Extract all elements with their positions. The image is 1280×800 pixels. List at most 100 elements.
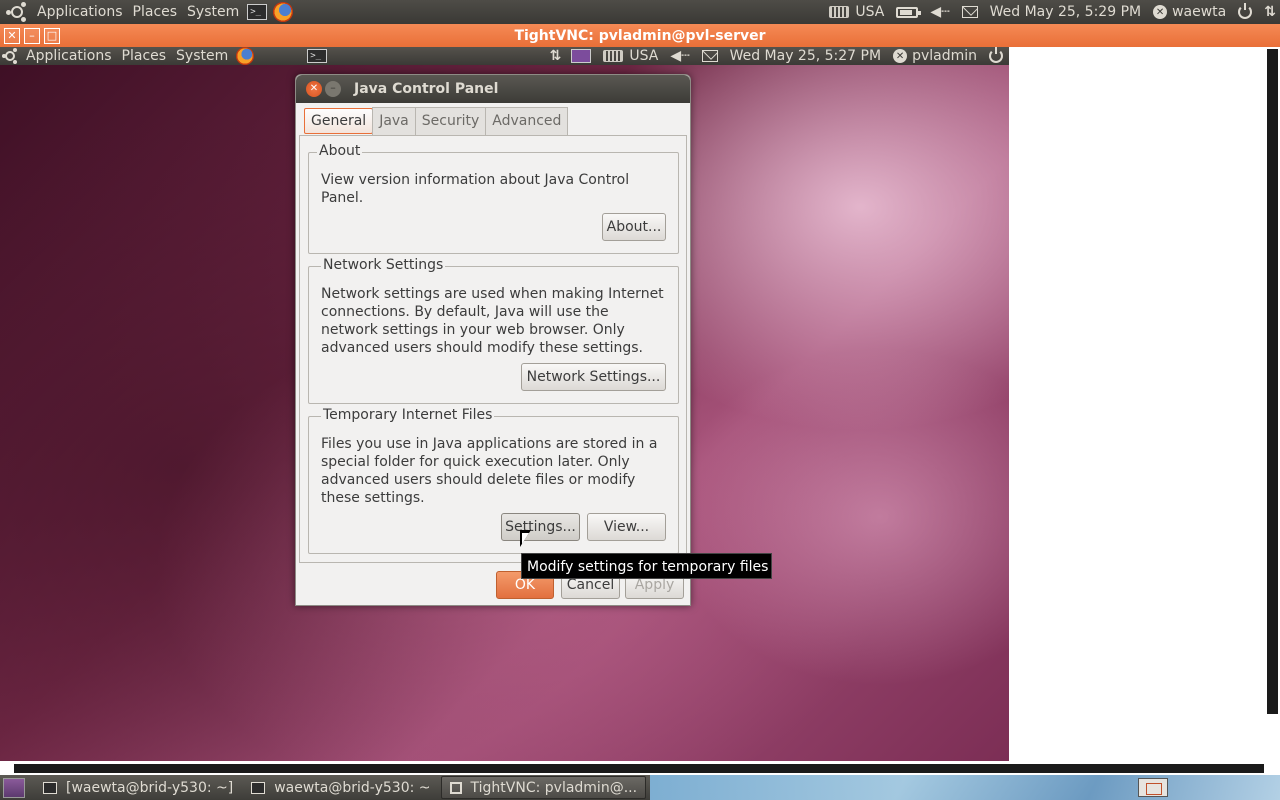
system-monitor-icon xyxy=(571,49,592,63)
jcp-close-icon[interactable]: ✕ xyxy=(306,81,322,97)
taskbar-task[interactable]: [waewta@brid-y530: ~] xyxy=(35,776,241,799)
window-close-icon[interactable]: ✕ xyxy=(4,27,20,44)
user-menu[interactable]: ✕ waewta xyxy=(1147,4,1232,20)
about-legend: About xyxy=(317,143,363,159)
about-text-line: Panel. xyxy=(321,190,364,206)
volume-indicator[interactable]: ◀┄ xyxy=(924,4,955,20)
tab-security[interactable]: Security xyxy=(414,107,487,135)
temp-files-text-line: special folder for quick execution later… xyxy=(321,454,630,470)
remote-menu-places[interactable]: Places xyxy=(117,48,172,64)
tab-general[interactable]: General xyxy=(304,108,374,134)
network-text-line: network settings in your web browser. On… xyxy=(321,322,625,338)
jcp-titlebar[interactable]: ✕ – Java Control Panel xyxy=(296,75,690,103)
session-menu[interactable] xyxy=(1232,3,1258,19)
vnc-viewer-icon xyxy=(449,781,462,794)
network-text-line: Network settings are used when making In… xyxy=(321,286,664,302)
jcp-tabs: General Java Security Advanced xyxy=(304,107,569,135)
tab-advanced[interactable]: Advanced xyxy=(485,107,569,135)
settings-tooltip: Modify settings for temporary files xyxy=(521,553,772,579)
remote-power-icon xyxy=(989,47,1003,63)
power-icon xyxy=(1238,3,1253,19)
general-tab-panel: About View version information about Jav… xyxy=(299,135,687,563)
firefox-launcher-icon[interactable] xyxy=(273,2,294,22)
remote-user-status-icon: ✕ xyxy=(893,49,908,63)
horizontal-scroll-thumb[interactable] xyxy=(14,764,1264,773)
menu-system[interactable]: System xyxy=(182,4,244,20)
horizontal-scrollbar[interactable] xyxy=(0,761,1280,775)
vertical-scrollbar[interactable] xyxy=(1266,47,1280,761)
remote-keyboard-indicator[interactable]: USA xyxy=(597,47,664,65)
remote-terminal-launcher-icon[interactable]: >_ xyxy=(307,49,328,63)
remote-network-indicator[interactable]: ⇅ xyxy=(544,47,566,65)
taskbar-task-active[interactable]: TightVNC: pvladmin@... xyxy=(440,776,647,799)
menu-applications[interactable]: Applications xyxy=(32,4,128,20)
network-text-line: connections. By default, Java will use t… xyxy=(321,304,609,320)
network-text-line: advanced users should modify these setti… xyxy=(321,340,643,356)
network-text: Network settings are used when making In… xyxy=(321,285,664,357)
tab-java[interactable]: Java xyxy=(372,107,416,135)
temp-files-settings-button[interactable]: Settings... xyxy=(501,513,580,541)
network-settings-button[interactable]: Network Settings... xyxy=(521,363,666,391)
taskbar-task[interactable]: waewta@brid-y530: ~ xyxy=(243,776,438,799)
remote-speaker-icon: ◀┄ xyxy=(670,48,690,64)
user-status-icon: ✕ xyxy=(1153,5,1168,19)
remote-session-menu[interactable] xyxy=(983,47,1009,65)
remote-menu-system[interactable]: System xyxy=(171,48,233,64)
task-label: waewta@brid-y530: ~ xyxy=(274,779,431,796)
window-minimize-icon[interactable]: – xyxy=(24,27,40,44)
remote-clock[interactable]: Wed May 25, 5:27 PM xyxy=(724,47,888,65)
remote-firefox-launcher-icon[interactable] xyxy=(236,47,255,65)
battery-indicator[interactable] xyxy=(890,6,924,18)
terminal-launcher-icon[interactable]: >_ xyxy=(247,4,268,20)
show-desktop-icon[interactable] xyxy=(3,777,25,798)
about-button[interactable]: About... xyxy=(602,213,666,241)
host-top-panel: Applications Places System >_ USA ◀┄ Wed… xyxy=(0,0,1280,24)
remote-mail-icon xyxy=(701,50,718,62)
workspace-switcher[interactable] xyxy=(1138,778,1168,797)
remote-desktop[interactable]: Applications Places System >_ ⇅ USA ◀┄ W… xyxy=(0,47,1009,761)
about-text: View version information about Java Cont… xyxy=(321,171,629,207)
host-tray: USA ◀┄ Wed May 25, 5:29 PM ✕ waewta ⇅ xyxy=(823,0,1280,24)
terminal-icon xyxy=(43,781,57,794)
keyboard-indicator[interactable]: USA xyxy=(823,4,890,20)
remote-empty-area xyxy=(1009,47,1266,761)
remote-top-panel: Applications Places System >_ ⇅ USA ◀┄ W… xyxy=(0,47,1009,65)
temp-files-view-button[interactable]: View... xyxy=(587,513,666,541)
remote-username-label: pvladmin xyxy=(912,48,977,64)
temporary-files-group: Temporary Internet Files Files you use i… xyxy=(308,407,679,554)
vnc-window-titlebar[interactable]: ✕ – □ TightVNC: pvladmin@pvl-server xyxy=(0,24,1280,47)
terminal-icon xyxy=(251,781,266,794)
vertical-scroll-thumb[interactable] xyxy=(1267,49,1278,714)
username-label: waewta xyxy=(1172,4,1227,20)
temp-files-text-line: advanced users should delete files or mo… xyxy=(321,472,636,488)
remote-keyboard-layout-label: USA xyxy=(629,48,659,64)
mail-icon xyxy=(961,6,978,18)
vnc-window-title: TightVNC: pvladmin@pvl-server xyxy=(514,27,766,44)
ubuntu-logo-icon[interactable] xyxy=(6,1,28,23)
jcp-title: Java Control Panel xyxy=(354,81,499,97)
network-indicator[interactable]: ⇅ xyxy=(1258,4,1280,20)
temp-files-text-line: these settings. xyxy=(321,490,425,506)
temp-files-text: Files you use in Java applications are s… xyxy=(321,435,657,507)
network-arrows-icon: ⇅ xyxy=(1264,4,1276,20)
remote-menu-applications[interactable]: Applications xyxy=(21,48,117,64)
taskbar-wallpaper xyxy=(650,775,1280,800)
remote-user-menu[interactable]: ✕ pvladmin xyxy=(887,47,983,65)
mail-indicator[interactable] xyxy=(956,6,984,18)
remote-ubuntu-logo-icon[interactable] xyxy=(2,48,18,64)
menu-places[interactable]: Places xyxy=(128,4,183,20)
java-control-panel-window: ✕ – Java Control Panel General Java Secu… xyxy=(295,74,691,606)
keyboard-icon xyxy=(829,6,850,18)
remote-volume-indicator[interactable]: ◀┄ xyxy=(664,47,695,65)
jcp-minimize-icon[interactable]: – xyxy=(325,81,341,97)
temp-files-legend: Temporary Internet Files xyxy=(321,407,495,423)
remote-keyboard-icon xyxy=(603,50,624,62)
remote-sysmon-indicator[interactable] xyxy=(565,47,597,65)
window-maximize-icon[interactable]: □ xyxy=(44,27,60,44)
remote-tray: ⇅ USA ◀┄ Wed May 25, 5:27 PM ✕ pvladmin xyxy=(544,47,1009,65)
battery-icon xyxy=(896,6,922,18)
clock[interactable]: Wed May 25, 5:29 PM xyxy=(984,4,1148,20)
task-label: [waewta@brid-y530: ~] xyxy=(66,779,234,796)
network-settings-group: Network Settings Network settings are us… xyxy=(308,257,679,404)
remote-mail-indicator[interactable] xyxy=(696,47,724,65)
